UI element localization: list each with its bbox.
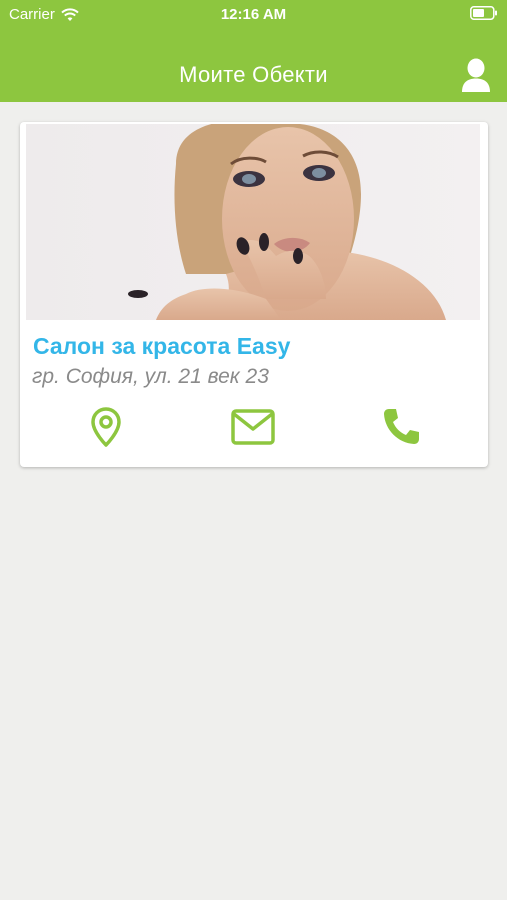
envelope-icon xyxy=(231,409,275,445)
status-time: 12:16 AM xyxy=(220,6,287,23)
phone-icon xyxy=(384,409,419,444)
map-pin-icon xyxy=(91,407,121,447)
card-actions xyxy=(20,404,488,450)
user-icon[interactable] xyxy=(461,58,491,94)
salon-photo-image xyxy=(26,124,480,320)
salon-address: гр. София, ул. 21 век 23 xyxy=(32,365,269,388)
salon-name[interactable]: Салон за красота Easy xyxy=(33,333,290,360)
app-header: Carrier 12:16 AM Моите Обекти xyxy=(0,0,507,102)
email-button[interactable] xyxy=(229,404,277,450)
salon-card[interactable]: Салон за красота Easy гр. София, ул. 21 … xyxy=(20,122,488,467)
page-title: Моите Обекти xyxy=(179,62,328,87)
status-bar: Carrier 12:16 AM xyxy=(0,0,507,28)
battery-icon xyxy=(470,6,497,20)
call-button[interactable] xyxy=(378,404,424,450)
location-button[interactable] xyxy=(84,404,128,450)
salon-photo xyxy=(26,124,480,320)
